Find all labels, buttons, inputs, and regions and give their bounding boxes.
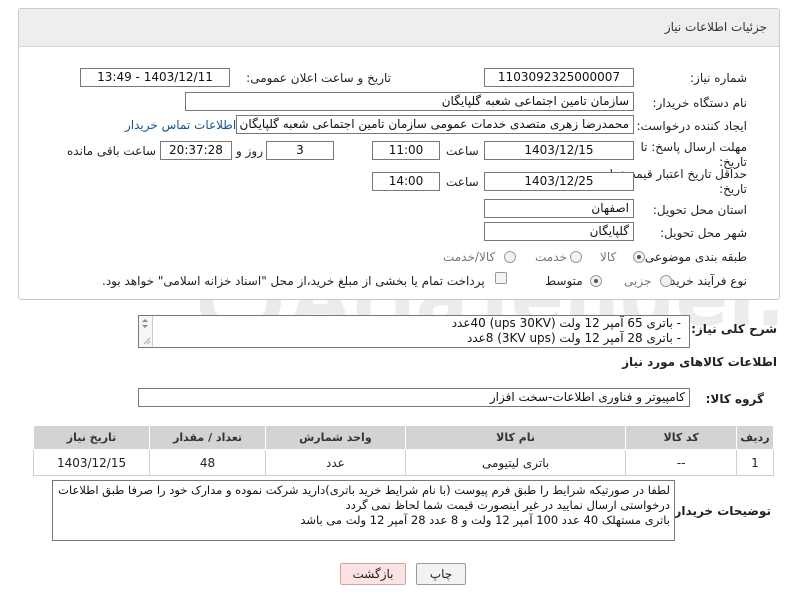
category-radio-goods[interactable] bbox=[633, 251, 645, 263]
buyer-contact-link[interactable]: اطلاعات تماس خریدار bbox=[125, 118, 236, 132]
cell-item-name: باتری لیتیومی bbox=[404, 449, 627, 476]
col-item-name: نام کالا bbox=[404, 425, 627, 450]
category-label: طبقه بندی موضوعی: bbox=[640, 250, 747, 264]
buyer-notes-line-2: درخواستی ارسال نمایید در غیر اینصورت قیم… bbox=[345, 498, 670, 512]
col-item-code: کد کالا bbox=[625, 425, 737, 450]
category-option-goods: کالا bbox=[600, 250, 617, 264]
requester-label: ایجاد کننده درخواست: bbox=[636, 119, 747, 133]
description-label: شرح کلی نیاز: bbox=[691, 322, 777, 336]
cell-unit: عدد bbox=[265, 449, 406, 476]
buyer-notes-label: توضیحات خریدار: bbox=[669, 504, 771, 518]
process-radio-medium[interactable] bbox=[590, 275, 602, 287]
cell-need-date: 1403/12/15 bbox=[32, 449, 151, 476]
description-textarea[interactable]: - باتری 65 آمپر 12 ولت (ups 30KV) 40عدد … bbox=[138, 315, 690, 348]
description-scrollbar[interactable] bbox=[139, 316, 153, 347]
reply-date-field[interactable]: 1403/12/15 bbox=[484, 141, 634, 160]
buyer-org-field[interactable]: سازمان تامین اجتماعی شعبه گلپایگان bbox=[185, 92, 634, 111]
validity-date-field[interactable]: 1403/12/25 bbox=[484, 172, 634, 191]
description-line-1: - باتری 65 آمپر 12 ولت (ups 30KV) 40عدد bbox=[451, 316, 681, 330]
print-button[interactable]: چاپ bbox=[416, 563, 466, 585]
treasury-payment-note: پرداخت تمام یا بخشی از مبلغ خرید،از محل … bbox=[102, 274, 485, 288]
reply-time-label: ساعت bbox=[446, 144, 479, 158]
buyer-notes-line-1: لطفا در صورتیکه شرایط را طبق فرم پیوست (… bbox=[58, 483, 670, 497]
treasury-payment-checkbox[interactable] bbox=[495, 272, 507, 284]
days-label: روز و bbox=[236, 144, 263, 158]
scroll-up-icon bbox=[142, 319, 148, 322]
goods-group-field[interactable]: کامپیوتر و فناوری اطلاعات-سخت افزار bbox=[138, 388, 690, 407]
province-label: استان محل تحویل: bbox=[652, 203, 747, 217]
process-label: نوع فرآیند خرید : bbox=[662, 274, 747, 288]
reply-time-field[interactable]: 11:00 bbox=[372, 141, 440, 160]
process-radio-minor[interactable] bbox=[660, 275, 672, 287]
need-number-field[interactable]: 1103092325000007 bbox=[484, 68, 634, 87]
panel-header: جزئیات اطلاعات نیاز bbox=[19, 9, 779, 47]
cell-item-code: -- bbox=[625, 449, 737, 476]
buyer-notes-line-3: باتری مستهلک 40 عدد 100 آمپر 12 ولت و 8 … bbox=[300, 513, 670, 527]
days-field[interactable]: 3 bbox=[266, 141, 334, 160]
goods-table: ردیف کد کالا نام کالا واحد شمارش تعداد /… bbox=[32, 425, 775, 476]
need-number-label: شماره نیاز: bbox=[690, 71, 747, 85]
announce-label: تاریخ و ساعت اعلان عمومی: bbox=[246, 71, 391, 85]
province-field[interactable]: اصفهان bbox=[484, 199, 634, 218]
category-radio-service[interactable] bbox=[570, 251, 582, 263]
category-option-service: خدمت bbox=[535, 250, 567, 264]
table-row[interactable]: 1 -- باتری لیتیومی عدد 48 1403/12/15 bbox=[32, 449, 775, 476]
buyer-notes-textarea[interactable]: لطفا در صورتیکه شرایط را طبق فرم پیوست (… bbox=[52, 480, 675, 541]
cell-row-number: 1 bbox=[735, 449, 775, 476]
cell-quantity: 48 bbox=[149, 449, 267, 476]
remaining-time-field[interactable]: 20:37:28 bbox=[160, 141, 232, 160]
process-option-minor: جزیی bbox=[624, 274, 652, 288]
scroll-down-icon bbox=[142, 325, 148, 328]
col-row-number: ردیف bbox=[735, 425, 775, 450]
back-button[interactable]: بازگشت bbox=[340, 563, 406, 585]
requester-field[interactable]: محمدرضا زهری متصدی خدمات عمومی سازمان تا… bbox=[236, 115, 634, 134]
description-line-2: - باتری 28 آمپر 12 ولت (3KV ups) 8عدد bbox=[466, 331, 681, 345]
city-field[interactable]: گلپایگان bbox=[484, 222, 634, 241]
announce-datetime-field[interactable]: 1403/12/11 - 13:49 bbox=[80, 68, 230, 87]
col-unit: واحد شمارش bbox=[265, 425, 406, 450]
goods-group-label: گروه کالا: bbox=[705, 392, 764, 406]
validity-time-label: ساعت bbox=[446, 175, 479, 189]
category-option-goods-service: کالا/خدمت bbox=[443, 250, 496, 264]
category-radio-goods-service[interactable] bbox=[504, 251, 516, 263]
col-need-date: تاریخ نیاز bbox=[32, 425, 151, 450]
goods-info-title: اطلاعات کالاهای مورد نیاز bbox=[622, 355, 777, 369]
col-quantity: تعداد / مقدار bbox=[149, 425, 267, 450]
city-label: شهر محل تحویل: bbox=[660, 226, 747, 240]
remaining-label: ساعت باقی مانده bbox=[67, 144, 157, 158]
page-title: جزئیات اطلاعات نیاز bbox=[664, 20, 767, 34]
buyer-org-label: نام دستگاه خریدار: bbox=[652, 96, 748, 110]
table-header-row: ردیف کد کالا نام کالا واحد شمارش تعداد /… bbox=[32, 425, 775, 450]
validity-time-field[interactable]: 14:00 bbox=[372, 172, 440, 191]
reply-deadline-label: مهلت ارسال پاسخ: تا تاریخ: bbox=[640, 140, 747, 169]
process-option-medium: متوسط bbox=[545, 274, 583, 288]
